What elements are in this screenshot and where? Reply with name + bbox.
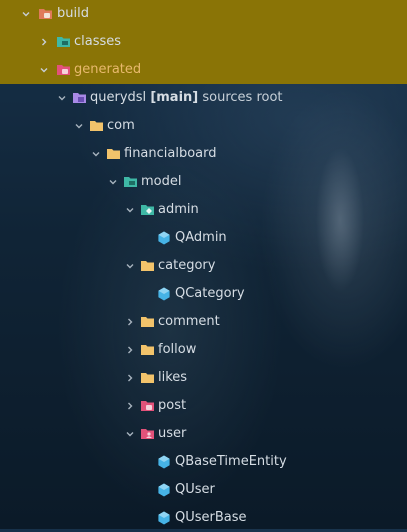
tree-label-admin: admin — [158, 202, 199, 217]
class-icon — [157, 511, 171, 525]
tree-label-user: user — [158, 426, 187, 441]
tree-row-user[interactable]: user — [0, 420, 407, 448]
chevron-down-icon[interactable] — [124, 204, 136, 216]
folder-icon — [140, 259, 154, 273]
tree-label-likes: likes — [158, 370, 188, 385]
sources-root-hint: sources root — [202, 90, 283, 105]
module-name: querydsl — [90, 90, 147, 105]
tree-row-quserbase[interactable]: QUserBase — [0, 504, 407, 532]
tree-label-classes: classes — [74, 34, 122, 49]
folder-icon — [140, 343, 154, 357]
folder-icon — [140, 371, 154, 385]
folder-generated-icon — [56, 63, 70, 77]
class-icon — [157, 455, 171, 469]
tree-row-comment[interactable]: comment — [0, 308, 407, 336]
folder-icon — [106, 147, 120, 161]
tree-row-financialboard[interactable]: financialboard — [0, 140, 407, 168]
tree-row-post[interactable]: post — [0, 392, 407, 420]
tree-row-model[interactable]: model — [0, 168, 407, 196]
tree-row-admin[interactable]: admin — [0, 196, 407, 224]
tree-row-quser[interactable]: QUser — [0, 476, 407, 504]
tree-label-comment: comment — [158, 314, 220, 329]
class-icon — [157, 287, 171, 301]
tree-label-generated: generated — [74, 62, 142, 77]
tree-label-qadmin: QAdmin — [175, 230, 227, 245]
tree-row-querydsl[interactable]: querydsl [main] sources root — [0, 84, 407, 112]
tree-label-financialboard: financialboard — [124, 146, 217, 161]
chevron-down-icon[interactable] — [124, 428, 136, 440]
folder-admin-icon — [140, 203, 154, 217]
tree-row-classes[interactable]: classes — [0, 28, 407, 56]
class-icon — [157, 483, 171, 497]
tree-row-qcategory[interactable]: QCategory — [0, 280, 407, 308]
folder-icon — [89, 119, 103, 133]
tree-row-qbasetimeentity[interactable]: QBaseTimeEntity — [0, 448, 407, 476]
chevron-right-icon[interactable] — [38, 36, 50, 48]
tree-label-com: com — [107, 118, 135, 133]
chevron-down-icon[interactable] — [124, 260, 136, 272]
tree-row-likes[interactable]: likes — [0, 364, 407, 392]
tree-label-build: build — [57, 6, 89, 21]
tree-row-follow[interactable]: follow — [0, 336, 407, 364]
module-folder-icon — [72, 91, 86, 105]
tree-label-model: model — [141, 174, 182, 189]
chevron-right-icon[interactable] — [124, 316, 136, 328]
tree-label-querydsl: querydsl [main] sources root — [90, 90, 283, 106]
tree-label-quser: QUser — [175, 482, 215, 497]
chevron-right-icon[interactable] — [124, 344, 136, 356]
folder-icon — [140, 315, 154, 329]
tree-label-follow: follow — [158, 342, 197, 357]
chevron-right-icon[interactable] — [124, 400, 136, 412]
chevron-down-icon[interactable] — [73, 120, 85, 132]
folder-excluded-icon — [38, 7, 52, 21]
folder-pink-icon — [140, 399, 154, 413]
chevron-right-icon[interactable] — [124, 372, 136, 384]
chevron-down-icon[interactable] — [20, 8, 32, 20]
branch-badge: [main] — [150, 90, 199, 105]
tree-row-generated[interactable]: generated — [0, 56, 407, 84]
folder-teal-icon — [123, 175, 137, 189]
class-icon — [157, 231, 171, 245]
tree-row-build[interactable]: build — [0, 0, 407, 28]
chevron-down-icon[interactable] — [56, 92, 68, 104]
tree-label-category: category — [158, 258, 216, 273]
tree-row-com[interactable]: com — [0, 112, 407, 140]
tree-row-category[interactable]: category — [0, 252, 407, 280]
tree-label-post: post — [158, 398, 187, 413]
tree-row-qadmin[interactable]: QAdmin — [0, 224, 407, 252]
folder-teal-icon — [56, 35, 70, 49]
folder-user-icon — [140, 427, 154, 441]
tree-label-qcategory: QCategory — [175, 286, 245, 301]
chevron-down-icon[interactable] — [38, 64, 50, 76]
chevron-down-icon[interactable] — [107, 176, 119, 188]
tree-label-qbasetimeentity: QBaseTimeEntity — [175, 454, 287, 469]
chevron-down-icon[interactable] — [90, 148, 102, 160]
tree-label-quserbase: QUserBase — [175, 510, 247, 525]
